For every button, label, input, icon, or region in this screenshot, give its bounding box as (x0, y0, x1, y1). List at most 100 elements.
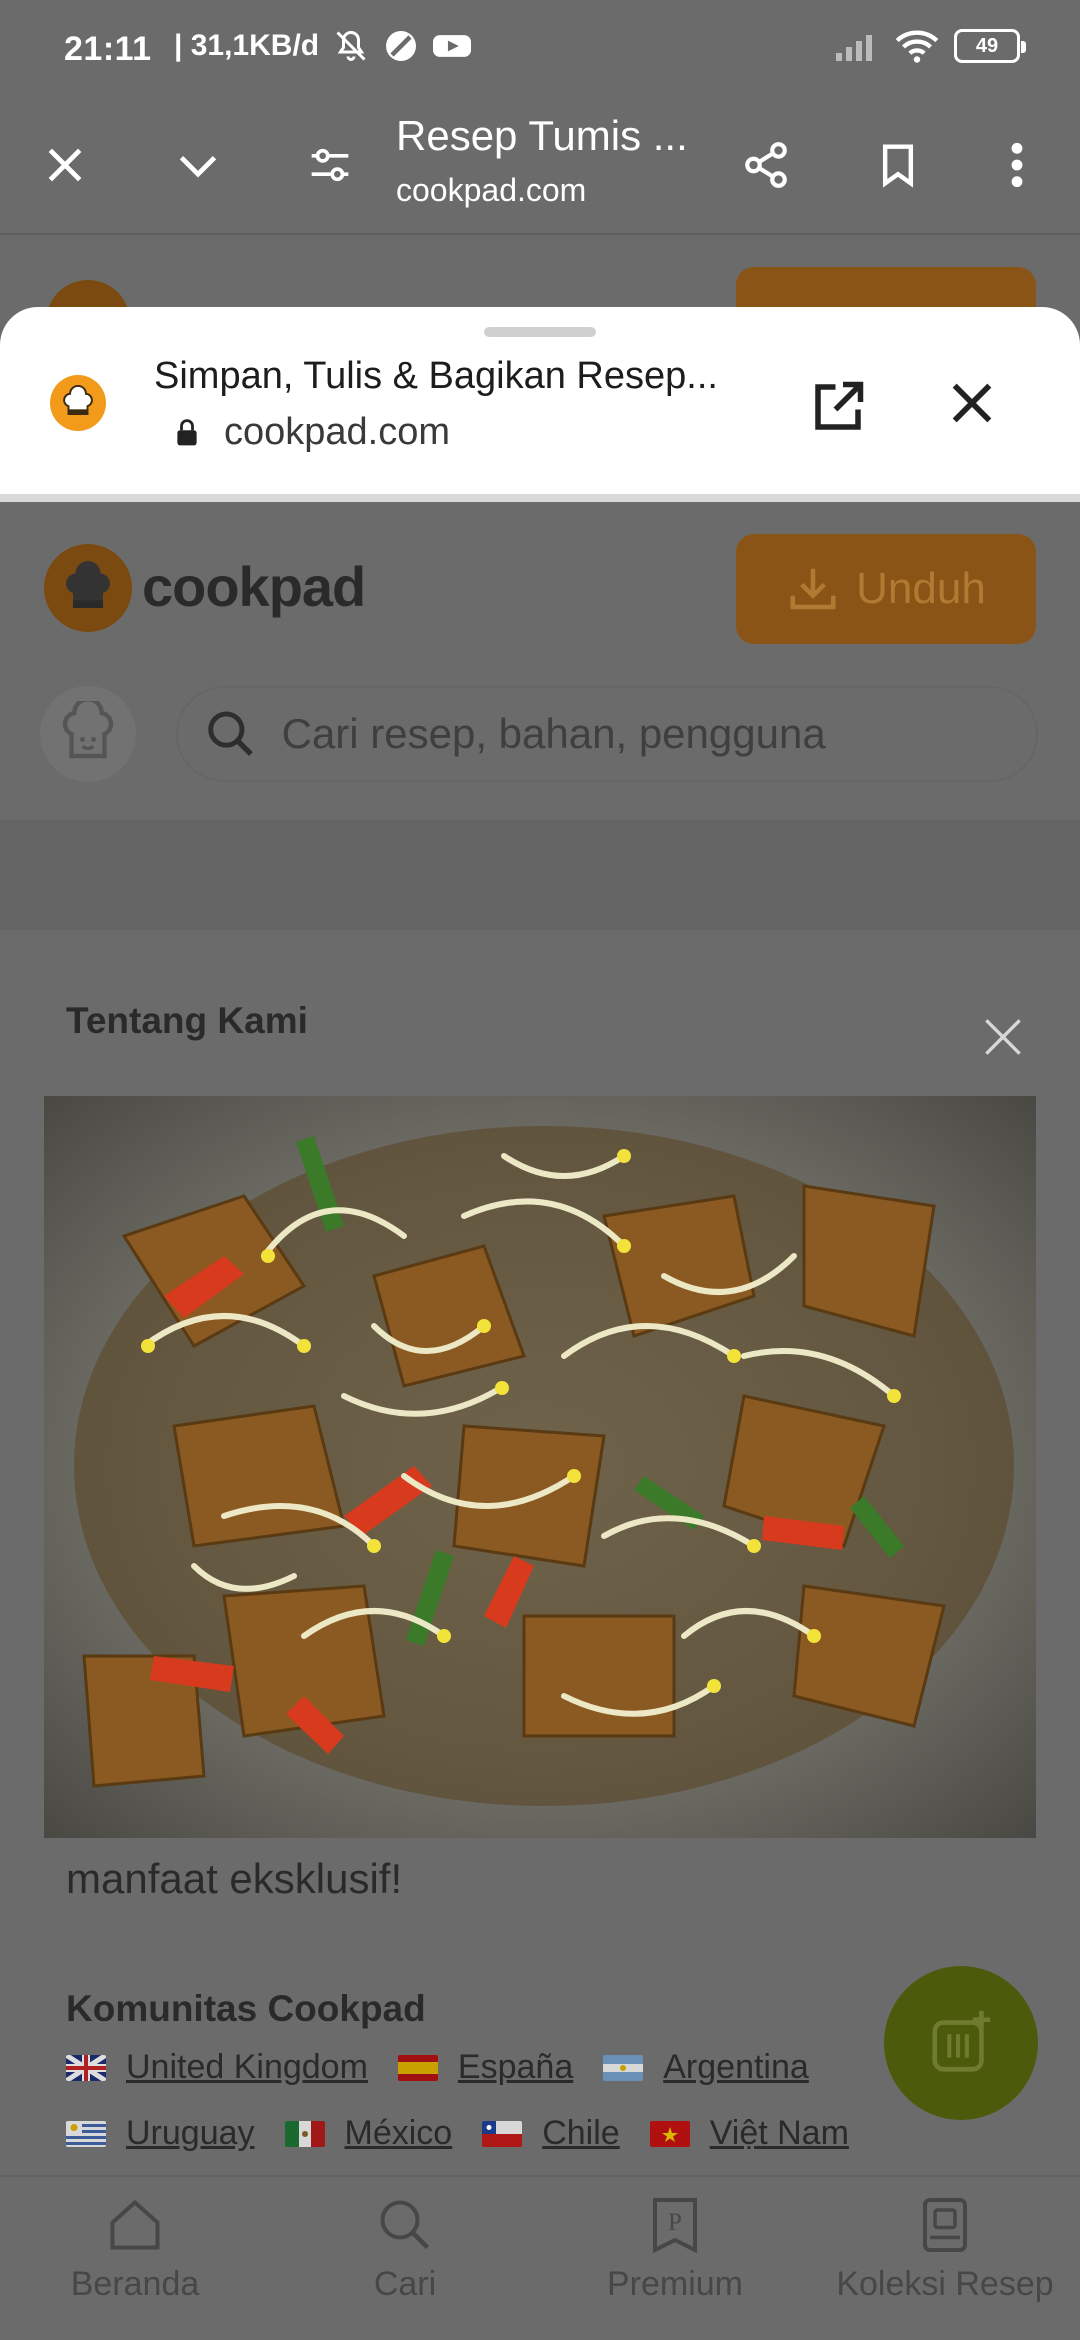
nav-home-label: Beranda (70, 2265, 200, 2303)
wifi-icon (895, 30, 939, 63)
share-icon (745, 142, 787, 188)
guest-avatar[interactable] (40, 686, 136, 782)
search-input[interactable] (281, 710, 1036, 758)
country-name: España (457, 2048, 574, 2086)
nav-search[interactable]: Cari (270, 2177, 540, 2340)
country-link-argentina[interactable]: Argentina (603, 2048, 809, 2087)
nav-collection-label: Koleksi Resep (836, 2265, 1054, 2303)
sheet-drag-handle[interactable] (484, 327, 596, 337)
page-title[interactable]: Resep Tumis ... (396, 112, 688, 160)
lock-icon (177, 418, 197, 445)
close-sheet-button[interactable] (946, 377, 1006, 437)
bottom-navigation: Beranda Cari P Premium Koleksi Resep (0, 2175, 1080, 2340)
tune-icon (311, 148, 349, 182)
home-icon (110, 2199, 160, 2250)
vietnam-flag-icon (649, 2120, 690, 2147)
nav-home[interactable]: Beranda (0, 2177, 270, 2340)
banner-area (0, 820, 1080, 930)
community-title: Komunitas Cookpad (66, 1988, 426, 2029)
sheet-page-url: cookpad.com (224, 411, 451, 453)
download-icon (790, 568, 836, 610)
country-name: Uruguay (126, 2114, 255, 2152)
country-link-uk[interactable]: United Kingdom (66, 2048, 368, 2087)
stir-fry-illustration (44, 1096, 1036, 1838)
add-recipe-icon (932, 2010, 991, 2072)
more-options-button[interactable] (982, 130, 1052, 200)
spain-flag-icon (397, 2054, 438, 2081)
close-icon (48, 148, 82, 182)
sheet-divider (0, 494, 1080, 502)
close-icon (985, 1019, 1021, 1055)
chef-hat-icon (66, 561, 110, 608)
premium-icon: P (653, 2198, 697, 2254)
page-preview-sheet[interactable]: Simpan, Tulis & Bagikan Resep... cookpad… (0, 307, 1080, 497)
about-title: Tentang Kami (66, 1000, 308, 1041)
network-speed: | 31,1KB/d (174, 29, 320, 62)
status-bar: 21:11 | 31,1KB/d 49 (0, 0, 1080, 100)
cookpad-logo[interactable] (44, 544, 132, 632)
bookmark-icon (882, 144, 914, 188)
status-time: 21:11 (64, 30, 152, 68)
status-left-icons: | 31,1KB/d (174, 28, 472, 64)
nav-collection[interactable]: Koleksi Resep (810, 2177, 1080, 2340)
country-name: Argentina (663, 2048, 809, 2086)
country-name: United Kingdom (126, 2048, 368, 2086)
status-right-icons: 49 (834, 28, 1026, 64)
page-header: cookpad Unduh (0, 500, 1080, 820)
signal-icon (836, 35, 872, 61)
mute-notification-icon (336, 30, 366, 61)
country-link-spain[interactable]: España (397, 2048, 574, 2087)
country-link-vietnam[interactable]: Việt Nam (649, 2114, 849, 2153)
open-in-browser-button[interactable] (808, 377, 868, 437)
custom-tab-toolbar: Resep Tumis ... cookpad.com (0, 100, 1080, 235)
cookpad-brand-name[interactable]: cookpad (142, 554, 366, 619)
share-button[interactable] (731, 130, 801, 200)
chile-flag-icon (482, 2120, 523, 2147)
page-url[interactable]: cookpad.com (396, 172, 586, 209)
download-app-button[interactable]: Unduh (736, 534, 1036, 644)
chevron-down-icon (179, 155, 217, 178)
argentina-flag-icon (603, 2054, 644, 2081)
nav-premium[interactable]: P Premium (540, 2177, 810, 2340)
battery-icon: 49 (954, 29, 1026, 63)
search-icon (208, 711, 253, 756)
cookpad-page: cookpad Unduh Tentang Kami (0, 500, 1080, 2175)
country-row-1: United Kingdom España Argentina (66, 2048, 839, 2087)
more-vertical-icon (1011, 142, 1023, 188)
nav-premium-label: Premium (606, 2265, 744, 2303)
page-peek (0, 235, 1080, 315)
site-favicon (50, 375, 106, 431)
nav-search-label: Cari (373, 2265, 437, 2303)
country-link-mexico[interactable]: México (284, 2114, 453, 2153)
bookmark-button[interactable] (863, 130, 933, 200)
chef-face-icon (62, 701, 114, 759)
open-external-icon (815, 381, 864, 430)
svg-text:P: P (668, 2209, 682, 2236)
youtube-icon (433, 35, 472, 57)
add-recipe-fab[interactable] (884, 1966, 1038, 2120)
recipe-book-icon (923, 2198, 967, 2252)
download-label: Unduh (856, 564, 986, 613)
uk-flag-icon (66, 2054, 106, 2081)
country-name: México (344, 2114, 453, 2152)
minimize-button[interactable] (163, 130, 233, 200)
about-description: manfaat eksklusif! (66, 1855, 403, 1902)
battery-level: 49 (975, 34, 999, 57)
country-link-chile[interactable]: Chile (482, 2114, 620, 2153)
country-link-uruguay[interactable]: Uruguay (66, 2114, 255, 2153)
country-name: Việt Nam (709, 2114, 849, 2152)
app-circle-icon (386, 31, 417, 61)
uruguay-flag-icon (66, 2120, 106, 2147)
search-icon (380, 2200, 430, 2250)
mexico-flag-icon (284, 2120, 325, 2147)
chef-hat-icon (63, 385, 93, 416)
close-tab-button[interactable] (30, 130, 100, 200)
country-row-2: Uruguay México Chile Việt Nam (66, 2114, 879, 2153)
about-close-button[interactable] (978, 1012, 1028, 1062)
search-bar[interactable] (176, 686, 1038, 782)
page-info-button[interactable] (295, 130, 365, 200)
country-name: Chile (542, 2114, 620, 2152)
close-icon (952, 383, 992, 423)
sheet-page-title: Simpan, Tulis & Bagikan Resep... (154, 355, 718, 397)
recipe-food-image[interactable] (44, 1096, 1036, 1838)
